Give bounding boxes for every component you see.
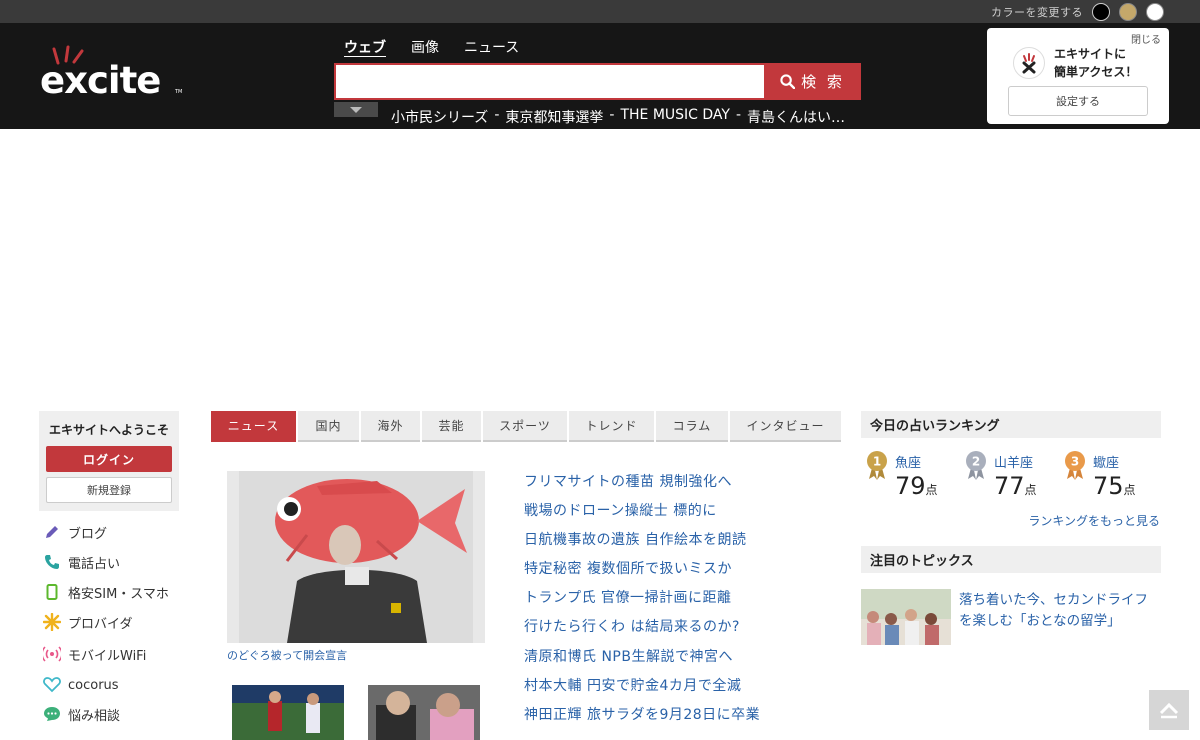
quick-access-panel: 閉じる エキサイトに 簡単アクセス！ 設定する bbox=[987, 28, 1169, 124]
headline-link[interactable]: 村本大輔 円安で貯金4カ月で全滅 bbox=[524, 675, 760, 704]
news-thumbnail-faceoff[interactable] bbox=[368, 685, 480, 740]
medal-gold-icon: 1 bbox=[867, 451, 887, 480]
quick-access-setup-button[interactable]: 設定する bbox=[1008, 86, 1148, 116]
logo-text: excite bbox=[40, 59, 161, 102]
smartphone-icon bbox=[43, 583, 61, 601]
news-tab-overseas[interactable]: 海外 bbox=[361, 411, 420, 442]
headline-list: フリマサイトの種苗 規制強化へ 戦場のドローン操縦士 標的に 日航機事故の遺族 … bbox=[524, 471, 760, 733]
excite-logo[interactable]: excite TM bbox=[40, 45, 185, 105]
service-link-sim[interactable]: 格安SIM・スマホ bbox=[43, 581, 193, 603]
svg-text:3: 3 bbox=[1071, 455, 1079, 469]
login-button[interactable]: ログイン bbox=[46, 446, 172, 472]
fortune-score: 75点 bbox=[1093, 472, 1136, 500]
color-change-label: カラーを変更する bbox=[991, 6, 1083, 19]
search-input[interactable] bbox=[334, 63, 764, 100]
news-tabs: ニュース 国内 海外 芸能 スポーツ トレンド コラム インタビュー bbox=[211, 411, 841, 442]
news-tab-news[interactable]: ニュース bbox=[211, 411, 296, 442]
news-tab-domestic[interactable]: 国内 bbox=[298, 411, 359, 442]
heart-icon bbox=[43, 676, 61, 694]
service-link-blog[interactable]: ブログ bbox=[43, 521, 193, 543]
search-icon bbox=[780, 74, 796, 89]
more-ranking-link[interactable]: ランキングをもっと見る bbox=[1028, 512, 1160, 529]
headline-link[interactable]: フリマサイトの種苗 規制強化へ bbox=[524, 471, 760, 500]
service-link-mobile-wifi[interactable]: モバイルWiFi bbox=[43, 643, 193, 665]
search-button[interactable]: 検 索 bbox=[764, 63, 861, 100]
pencil-icon bbox=[43, 523, 61, 541]
news-thumbnail-soccer[interactable] bbox=[232, 685, 344, 740]
medal-bronze-icon: 3 bbox=[1065, 451, 1085, 480]
service-link-phone-fortune[interactable]: 電話占い bbox=[43, 551, 193, 573]
headline-link[interactable]: 日航機事故の遺族 自作絵本を朗読 bbox=[524, 529, 760, 558]
sparkle-icon bbox=[43, 613, 61, 631]
fortune-rank-2[interactable]: 2 山羊座 77点 bbox=[965, 450, 1055, 505]
color-bar: カラーを変更する bbox=[0, 0, 1200, 23]
trend-item[interactable]: 東京都知事選挙 bbox=[505, 107, 603, 127]
news-tab-sports[interactable]: スポーツ bbox=[483, 411, 567, 442]
excite-mark-icon bbox=[1013, 47, 1045, 79]
back-to-top-button[interactable] bbox=[1149, 690, 1189, 730]
trend-keywords: 小市民シリーズ - 東京都知事選挙 - THE MUSIC DAY - 青島くん… bbox=[391, 107, 846, 127]
service-link-consult[interactable]: 悩み相談 bbox=[43, 703, 193, 725]
svg-text:2: 2 bbox=[972, 455, 980, 469]
service-link-cocorus[interactable]: cocorus bbox=[43, 674, 193, 696]
fortune-sign: 山羊座 bbox=[994, 456, 1034, 471]
news-tab-trend[interactable]: トレンド bbox=[569, 411, 654, 442]
headline-link[interactable]: トランプ氏 官僚一掃計画に距離 bbox=[524, 587, 760, 616]
news-tab-column[interactable]: コラム bbox=[656, 411, 728, 442]
trend-item[interactable]: THE MUSIC DAY bbox=[620, 107, 730, 127]
search-tab-image[interactable]: 画像 bbox=[411, 37, 439, 57]
main-news-caption[interactable]: のどぐろ被って開会宣言 bbox=[227, 647, 347, 663]
search-tabs: ウェブ 画像 ニュース bbox=[344, 37, 519, 57]
fortune-score: 77点 bbox=[994, 472, 1037, 500]
topic-image[interactable] bbox=[861, 589, 951, 645]
fortune-rank-1[interactable]: 1 魚座 79点 bbox=[866, 450, 956, 505]
service-link-provider[interactable]: プロバイダ bbox=[43, 611, 193, 633]
medal-silver-icon: 2 bbox=[966, 451, 986, 480]
color-swatch-black[interactable] bbox=[1092, 3, 1110, 21]
topic-link[interactable]: 落ち着いた今、セカンドライフを楽しむ「おとなの留学」 bbox=[959, 590, 1159, 632]
headline-link[interactable]: 神田正輝 旅サラダを9月28日に卒業 bbox=[524, 704, 760, 733]
trend-dropdown[interactable] bbox=[334, 102, 378, 117]
main-news-image[interactable] bbox=[227, 471, 485, 643]
quick-access-text: エキサイトに 簡単アクセス！ bbox=[1054, 47, 1138, 79]
headline-link[interactable]: 特定秘密 複数個所で扱いミスか bbox=[524, 558, 760, 587]
register-button[interactable]: 新規登録 bbox=[46, 477, 172, 503]
welcome-box: エキサイトへようこそ ログイン 新規登録 bbox=[39, 411, 179, 511]
fortune-sign: 魚座 bbox=[895, 456, 922, 471]
topics-title: 注目のトピックス bbox=[861, 546, 1161, 573]
fortune-ranking-title: 今日の占いランキング bbox=[861, 411, 1161, 438]
chat-icon bbox=[43, 705, 61, 723]
wifi-icon bbox=[43, 645, 61, 663]
search-tab-news[interactable]: ニュース bbox=[464, 37, 519, 57]
fortune-score: 79点 bbox=[895, 472, 938, 500]
color-swatch-white[interactable] bbox=[1146, 3, 1164, 21]
header: excite TM ウェブ 画像 ニュース 検 索 小市民シリーズ - 東京都知… bbox=[0, 23, 1200, 129]
fortune-rank-3[interactable]: 3 蠍座 75点 bbox=[1064, 450, 1154, 505]
headline-link[interactable]: 清原和博氏 NPB生解説で神宮へ bbox=[524, 646, 760, 675]
headline-link[interactable]: 行けたら行くわ は結局来るのか? bbox=[524, 616, 760, 645]
trend-item[interactable]: 小市民シリーズ bbox=[391, 107, 488, 127]
fortune-sign: 蠍座 bbox=[1093, 456, 1120, 471]
news-tab-entertainment[interactable]: 芸能 bbox=[422, 411, 481, 442]
search-button-label: 検 索 bbox=[801, 73, 845, 91]
trend-item[interactable]: 青島くんはい… bbox=[747, 107, 845, 127]
headline-link[interactable]: 戦場のドローン操縦士 標的に bbox=[524, 500, 760, 529]
chevron-up-icon bbox=[1159, 702, 1179, 719]
quick-access-close[interactable]: 閉じる bbox=[1131, 31, 1161, 46]
logo-tm: TM bbox=[175, 89, 183, 95]
welcome-title: エキサイトへようこそ bbox=[48, 423, 169, 437]
svg-text:1: 1 bbox=[873, 455, 881, 469]
news-tab-interview[interactable]: インタビュー bbox=[730, 411, 841, 442]
search-tab-web[interactable]: ウェブ bbox=[344, 37, 386, 57]
phone-icon bbox=[43, 553, 61, 571]
color-swatch-gold[interactable] bbox=[1119, 3, 1137, 21]
